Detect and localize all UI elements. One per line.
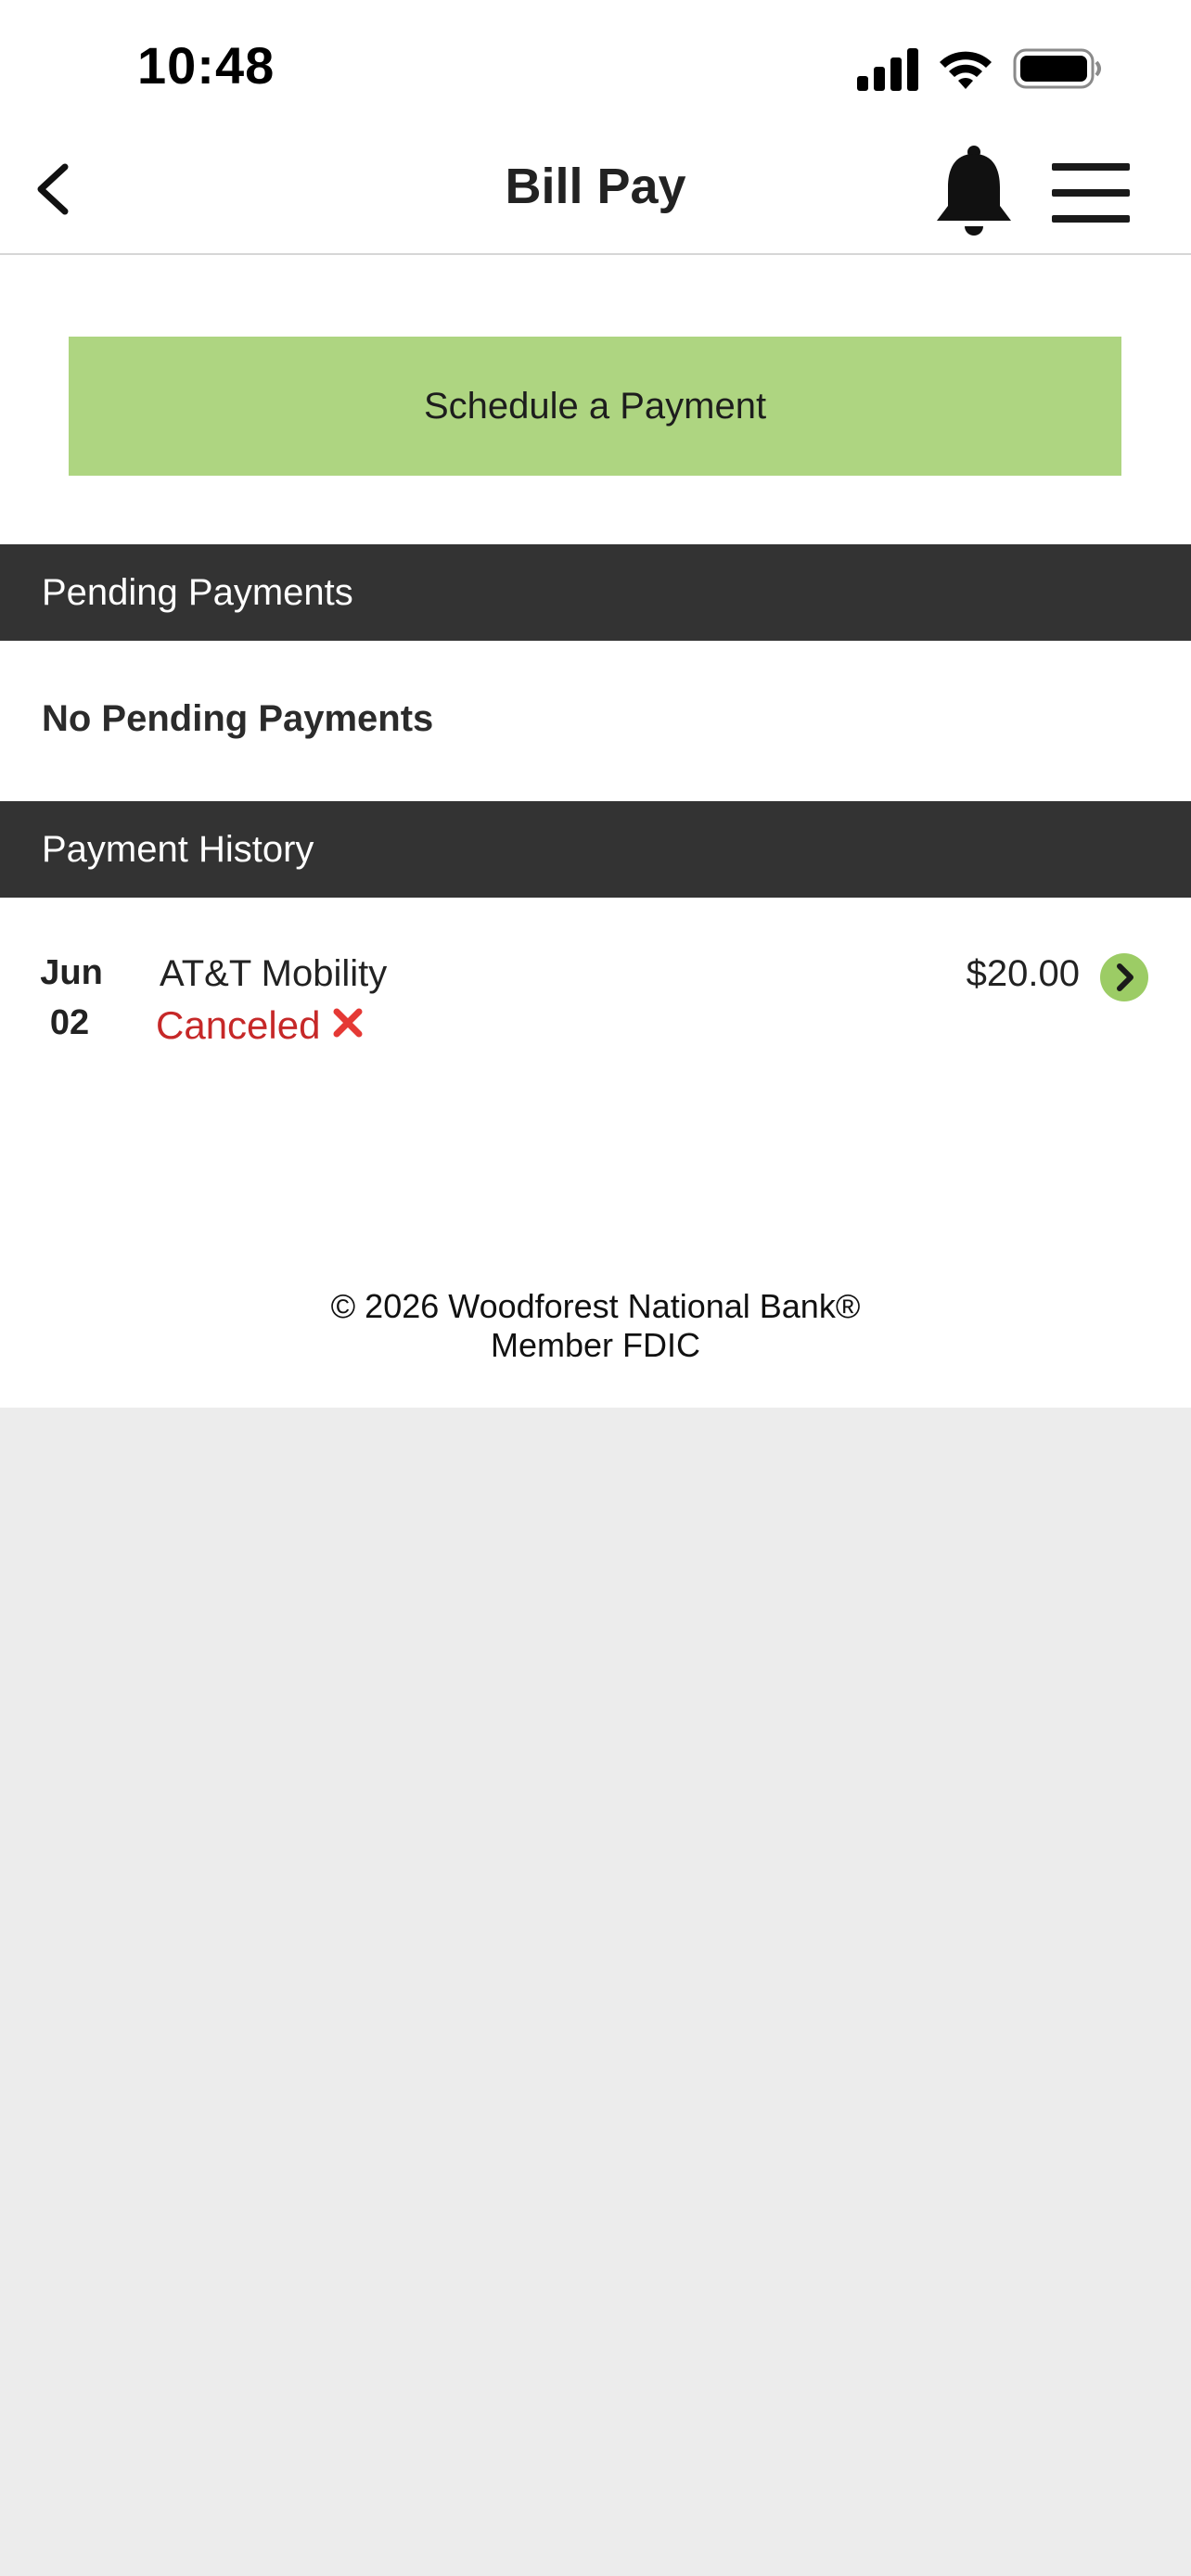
cancel-x-icon (333, 1008, 363, 1038)
payment-status: Canceled (156, 1003, 321, 1047)
notifications-button[interactable] (928, 143, 1020, 241)
wifi-icon (940, 51, 992, 89)
bell-icon (937, 146, 1011, 236)
payment-history-row[interactable]: Jun 02 AT&T Mobility Canceled $20.00 (0, 927, 1191, 1066)
cellular-signal-icon (857, 46, 920, 91)
schedule-payment-button[interactable]: Schedule a Payment (69, 337, 1121, 476)
no-pending-payments-text: No Pending Payments (42, 698, 434, 739)
footer-copyright: © 2026 Woodforest National Bank® (330, 1287, 861, 1325)
hamburger-menu-button[interactable] (1048, 158, 1133, 228)
payment-amount: $20.00 (966, 953, 1080, 994)
app-content: 10:48 Bill Pay Schedule a Payment Pendin… (0, 0, 1191, 1408)
payment-details-button[interactable] (1100, 953, 1148, 1001)
payment-date-day: 02 (49, 1003, 90, 1042)
chevron-right-icon (1117, 963, 1133, 991)
payee-name: AT&T Mobility (160, 953, 388, 994)
pending-payments-header: Pending Payments (0, 544, 1191, 641)
battery-icon (1013, 48, 1101, 89)
payment-history-title: Payment History (42, 829, 314, 870)
footer-member-fdic: Member FDIC (490, 1326, 701, 1364)
payment-history-header: Payment History (0, 801, 1191, 898)
payment-date-month: Jun (40, 953, 103, 992)
app-header: Bill Pay (0, 130, 1191, 255)
pending-payments-title: Pending Payments (42, 572, 353, 613)
status-time: 10:48 (137, 36, 275, 95)
status-bar: 10:48 (0, 0, 1191, 130)
